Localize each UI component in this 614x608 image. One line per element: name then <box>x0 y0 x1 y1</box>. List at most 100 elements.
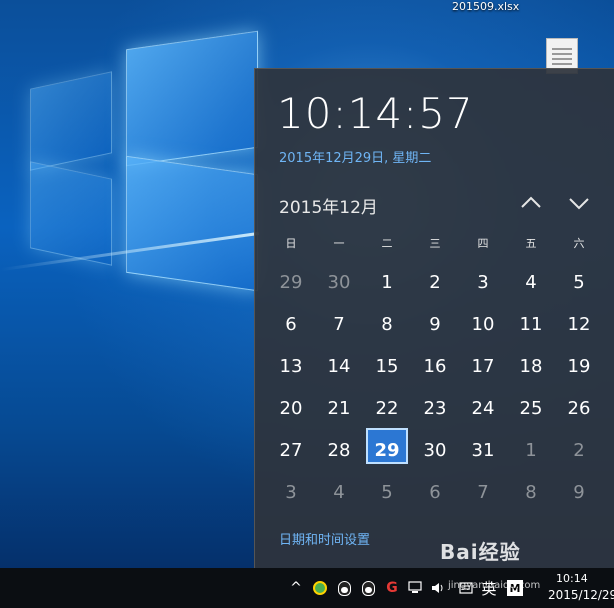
calendar-day[interactable]: 15 <box>363 345 411 387</box>
calendar-day-number: 8 <box>525 481 537 503</box>
calendar-day-number: 2 <box>573 439 585 461</box>
date-time-settings-link[interactable]: 日期和时间设置 <box>279 529 370 548</box>
calendar-day-number: 6 <box>285 313 297 335</box>
calendar-day[interactable]: 1 <box>363 261 411 303</box>
calendar-day[interactable]: 30 <box>411 429 459 471</box>
calendar-day-number: 30 <box>327 271 351 293</box>
qq-penguin-icon[interactable] <box>334 568 354 608</box>
calendar-day[interactable]: 22 <box>363 387 411 429</box>
weekday-label: 四 <box>477 237 489 250</box>
calendar-day[interactable]: 6 <box>411 471 459 513</box>
chevron-up-icon <box>521 196 541 208</box>
weekday-label: 三 <box>429 237 441 250</box>
calendar-day-number: 18 <box>519 355 543 377</box>
calendar-day-number: 6 <box>429 481 441 503</box>
calendar-day[interactable]: 12 <box>555 303 603 345</box>
calendar-day-number: 1 <box>525 439 537 461</box>
calendar-day-number: 22 <box>375 397 399 419</box>
calendar-day-number: 10 <box>471 313 495 335</box>
weekday-label: 五 <box>525 237 537 250</box>
calendar-day-number: 19 <box>567 355 591 377</box>
chevron-down-icon <box>569 198 589 210</box>
calendar-day-number: 5 <box>573 271 585 293</box>
calendar-day-number: 7 <box>477 481 489 503</box>
windows-logo-pane <box>30 71 112 171</box>
calendar-day-number: 25 <box>519 397 543 419</box>
calendar-day[interactable]: 31 <box>459 429 507 471</box>
calendar-day-today[interactable]: 29 <box>363 428 411 471</box>
calendar-day[interactable]: 17 <box>459 345 507 387</box>
windows-logo-pane <box>30 161 112 266</box>
calendar-day-number: 2 <box>429 271 441 293</box>
calendar-day[interactable]: 5 <box>363 471 411 513</box>
calendar-day[interactable]: 20 <box>267 387 315 429</box>
show-hidden-icons-button[interactable]: ^ <box>286 568 306 608</box>
calendar-day-grid: 29 30 1 2 3 4 5 6 7 8 9 10 11 12 13 14 15 16 17 18 19 20 21 22 2… <box>267 261 603 513</box>
calendar-day[interactable]: 30 <box>315 261 363 303</box>
calendar-day[interactable]: 19 <box>555 345 603 387</box>
clock-calendar-flyout: 10:14:57 2015年12月29日, 星期二 2015年12月 日 一 二… <box>254 68 614 569</box>
full-date-link[interactable]: 2015年12月29日, 星期二 <box>279 147 431 166</box>
calendar-day[interactable]: 9 <box>411 303 459 345</box>
calendar-day-number: 9 <box>429 313 441 335</box>
calendar-day-number: 23 <box>423 397 447 419</box>
calendar-day[interactable]: 8 <box>507 471 555 513</box>
calendar-day[interactable]: 8 <box>363 303 411 345</box>
calendar-day[interactable]: 28 <box>315 429 363 471</box>
weekday-header: 日 一 二 三 四 五 六 <box>267 235 603 251</box>
calendar-day[interactable]: 7 <box>315 303 363 345</box>
calendar-day[interactable]: 5 <box>555 261 603 303</box>
calendar-day-number: 24 <box>471 397 495 419</box>
calendar-day[interactable]: 3 <box>459 261 507 303</box>
calendar-day[interactable]: 21 <box>315 387 363 429</box>
calendar-day[interactable]: 24 <box>459 387 507 429</box>
calendar-day[interactable]: 27 <box>267 429 315 471</box>
taskbar-clock-time[interactable]: 10:14 <box>556 572 588 585</box>
calendar-day[interactable]: 1 <box>507 429 555 471</box>
next-month-button[interactable] <box>565 189 593 217</box>
calendar-day-number: 29 <box>374 439 400 461</box>
calendar-day[interactable]: 7 <box>459 471 507 513</box>
volume-icon[interactable] <box>428 568 448 608</box>
calendar-day-number: 17 <box>471 355 495 377</box>
previous-month-button[interactable] <box>517 189 545 217</box>
calendar-day-number: 1 <box>381 271 393 293</box>
calendar-day[interactable]: 9 <box>555 471 603 513</box>
calendar-day[interactable]: 25 <box>507 387 555 429</box>
calendar-day[interactable]: 29 <box>267 261 315 303</box>
calendar-day[interactable]: 23 <box>411 387 459 429</box>
taskbar-clock-date[interactable]: 2015/12/29 <box>548 588 614 602</box>
calendar-day[interactable]: 2 <box>555 429 603 471</box>
calendar-day[interactable]: 13 <box>267 345 315 387</box>
calendar-day[interactable]: 18 <box>507 345 555 387</box>
calendar-day-number: 26 <box>567 397 591 419</box>
calendar-day-number: 3 <box>477 271 489 293</box>
desktop-file-label[interactable]: 201509.xlsx <box>452 0 519 13</box>
calendar-day-number: 9 <box>573 481 585 503</box>
calendar-day-number: 14 <box>327 355 351 377</box>
calendar-day[interactable]: 3 <box>267 471 315 513</box>
baidu-jingyan-watermark: Bai经验 <box>440 540 521 564</box>
network-icon[interactable] <box>406 568 426 608</box>
calendar-day[interactable]: 6 <box>267 303 315 345</box>
weekday-label: 一 <box>333 237 345 250</box>
calendar-day[interactable]: 4 <box>507 261 555 303</box>
calendar-day-number: 13 <box>279 355 303 377</box>
month-title[interactable]: 2015年12月 <box>279 193 378 218</box>
calendar-day[interactable]: 4 <box>315 471 363 513</box>
calendar-day[interactable]: 10 <box>459 303 507 345</box>
calendar-day[interactable]: 16 <box>411 345 459 387</box>
clock-time: 10:14:57 <box>277 89 474 138</box>
windows-logo-pane <box>126 155 258 292</box>
calendar-day[interactable]: 26 <box>555 387 603 429</box>
green-circle-icon[interactable] <box>310 568 330 608</box>
calendar-day[interactable]: 2 <box>411 261 459 303</box>
calendar-day-number: 20 <box>279 397 303 419</box>
red-g-icon[interactable]: G <box>382 568 402 608</box>
calendar-day-number: 11 <box>519 313 543 335</box>
calendar-day-number: 31 <box>471 439 495 461</box>
calendar-day-number: 29 <box>279 271 303 293</box>
qq-penguin-icon[interactable] <box>358 568 378 608</box>
calendar-day[interactable]: 14 <box>315 345 363 387</box>
calendar-day[interactable]: 11 <box>507 303 555 345</box>
